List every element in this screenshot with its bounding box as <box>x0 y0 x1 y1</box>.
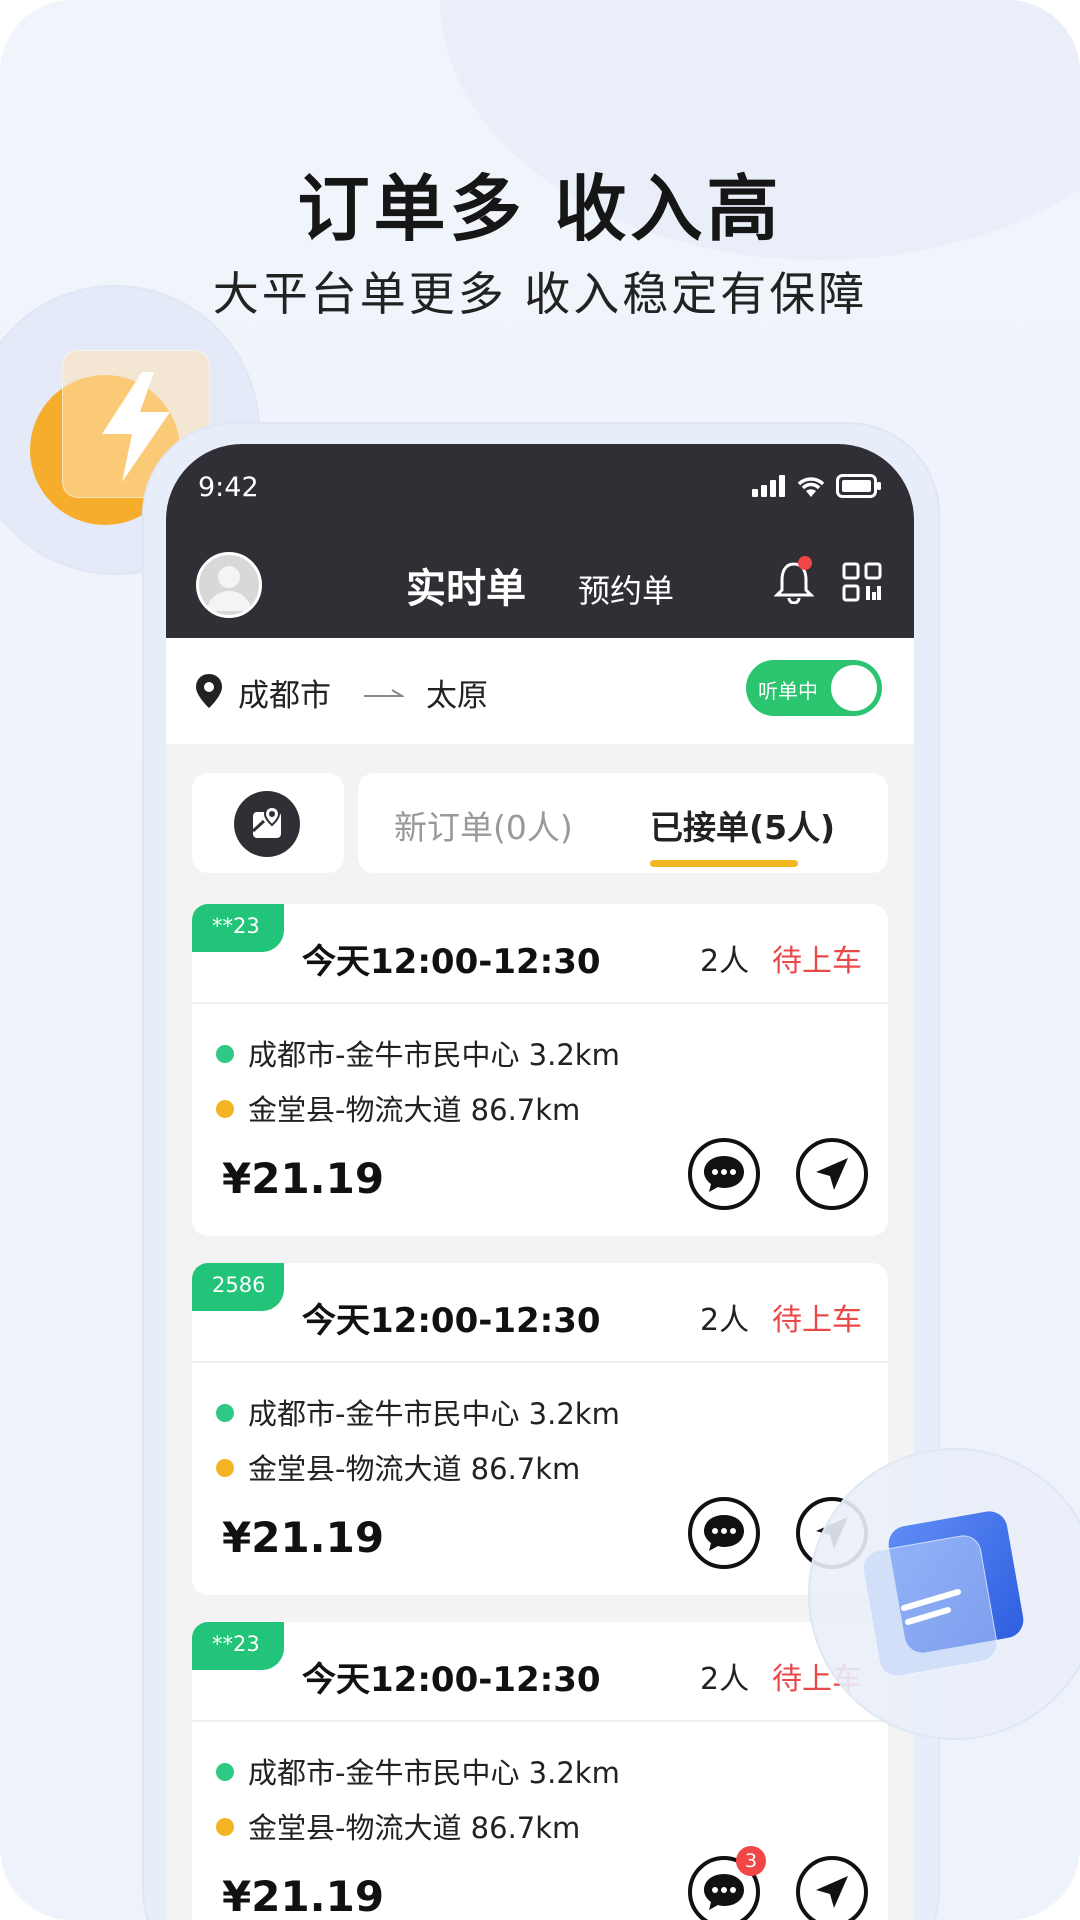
pickup-location: 成都市-金牛市民中心 3.2km <box>248 1397 620 1431</box>
dropoff-dot <box>216 1818 234 1836</box>
navigate-button[interactable] <box>796 1138 868 1210</box>
pickup-dot <box>216 1404 234 1422</box>
navigation-arrow-icon <box>816 1158 848 1190</box>
navigate-button[interactable] <box>796 1856 868 1920</box>
tab-new-orders[interactable]: 新订单(0人) <box>394 801 573 849</box>
map-glyph <box>251 805 281 838</box>
dropoff-dot <box>216 1459 234 1477</box>
document-icon <box>901 1589 961 1625</box>
card-divider <box>192 1002 888 1004</box>
order-status: 待上车 <box>772 944 862 979</box>
order-badge: 2586 <box>192 1263 284 1311</box>
dropoff-location: 金堂县-物流大道 86.7km <box>248 1093 581 1127</box>
order-people: 2人 <box>700 1662 750 1697</box>
order-time: 今天12:00-12:30 <box>302 942 601 982</box>
pickup-dot <box>216 1763 234 1781</box>
location-pin-icon <box>196 674 222 708</box>
card-divider <box>192 1361 888 1363</box>
chat-button[interactable] <box>688 1497 760 1569</box>
order-status: 待上车 <box>772 1303 862 1338</box>
battery-icon <box>836 474 881 498</box>
card-divider <box>192 1720 888 1722</box>
tab-realtime[interactable]: 实时单 <box>406 556 526 614</box>
pickup-location: 成都市-金牛市民中心 3.2km <box>248 1756 620 1790</box>
toggle-knob <box>831 665 877 711</box>
order-card[interactable]: **23 今天12:00-12:30 2人 待上车 成都市-金牛市民中心 3.2… <box>192 904 888 1236</box>
order-price: ¥21.19 <box>222 1513 385 1562</box>
status-time: 9:42 <box>198 472 259 503</box>
pickup-dot <box>216 1045 234 1063</box>
chat-icon <box>704 1515 744 1551</box>
listen-label: 听单中 <box>758 679 818 703</box>
order-price: ¥21.19 <box>222 1154 385 1203</box>
listen-toggle[interactable]: 听单中 <box>746 660 882 716</box>
avatar-icon <box>207 566 251 611</box>
arrow-right-icon <box>364 689 404 697</box>
dropoff-location: 金堂县-物流大道 86.7km <box>248 1811 581 1845</box>
tab-reserved[interactable]: 预约单 <box>578 566 674 612</box>
order-price: ¥21.19 <box>222 1872 385 1920</box>
chat-icon <box>704 1156 744 1192</box>
order-time: 今天12:00-12:30 <box>302 1660 601 1700</box>
order-badge: **23 <box>192 904 284 952</box>
order-people: 2人 <box>700 944 750 979</box>
order-people: 2人 <box>700 1303 750 1338</box>
order-time: 今天12:00-12:30 <box>302 1301 601 1341</box>
map-pin-icon <box>234 791 300 857</box>
chat-button[interactable] <box>688 1138 760 1210</box>
status-icons <box>752 474 882 498</box>
app-header: 9:42 实时单 预约单 <box>166 444 914 638</box>
promo-poster: 订单多 收入高 大平台单更多 收入稳定有保障 9:42 实时单 预约单 成都市 … <box>0 0 1080 1920</box>
signal-icon <box>752 475 785 497</box>
qr-code-icon[interactable] <box>842 562 882 602</box>
dropoff-dot <box>216 1100 234 1118</box>
promo-headline: 订单多 收入高 <box>297 167 783 251</box>
order-card[interactable]: 2586 今天12:00-12:30 2人 待上车 成都市-金牛市民中心 3.2… <box>192 1263 888 1595</box>
phone-screen: 9:42 实时单 预约单 成都市 太原 听单中 新订单(0人) 已接单(5人) … <box>166 444 914 1920</box>
order-tabs: 新订单(0人) 已接单(5人) <box>358 773 888 873</box>
pickup-location: 成都市-金牛市民中心 3.2km <box>248 1038 620 1072</box>
route-to[interactable]: 太原 <box>426 670 488 715</box>
dropoff-location: 金堂县-物流大道 86.7km <box>248 1452 581 1486</box>
order-card[interactable]: **23 今天12:00-12:30 2人 待上车 成都市-金牛市民中心 3.2… <box>192 1622 888 1920</box>
unread-badge: 3 <box>736 1846 766 1876</box>
navigation-arrow-icon <box>816 1876 848 1908</box>
route-from[interactable]: 成都市 <box>238 670 331 715</box>
active-tab-indicator <box>650 860 798 867</box>
avatar[interactable] <box>196 552 262 618</box>
route-bar: 成都市 太原 听单中 <box>166 638 914 744</box>
notification-dot <box>798 556 812 570</box>
order-badge: **23 <box>192 1622 284 1670</box>
map-button[interactable] <box>192 773 344 873</box>
tab-accepted-orders[interactable]: 已接单(5人) <box>650 801 835 849</box>
wifi-icon <box>797 477 825 497</box>
